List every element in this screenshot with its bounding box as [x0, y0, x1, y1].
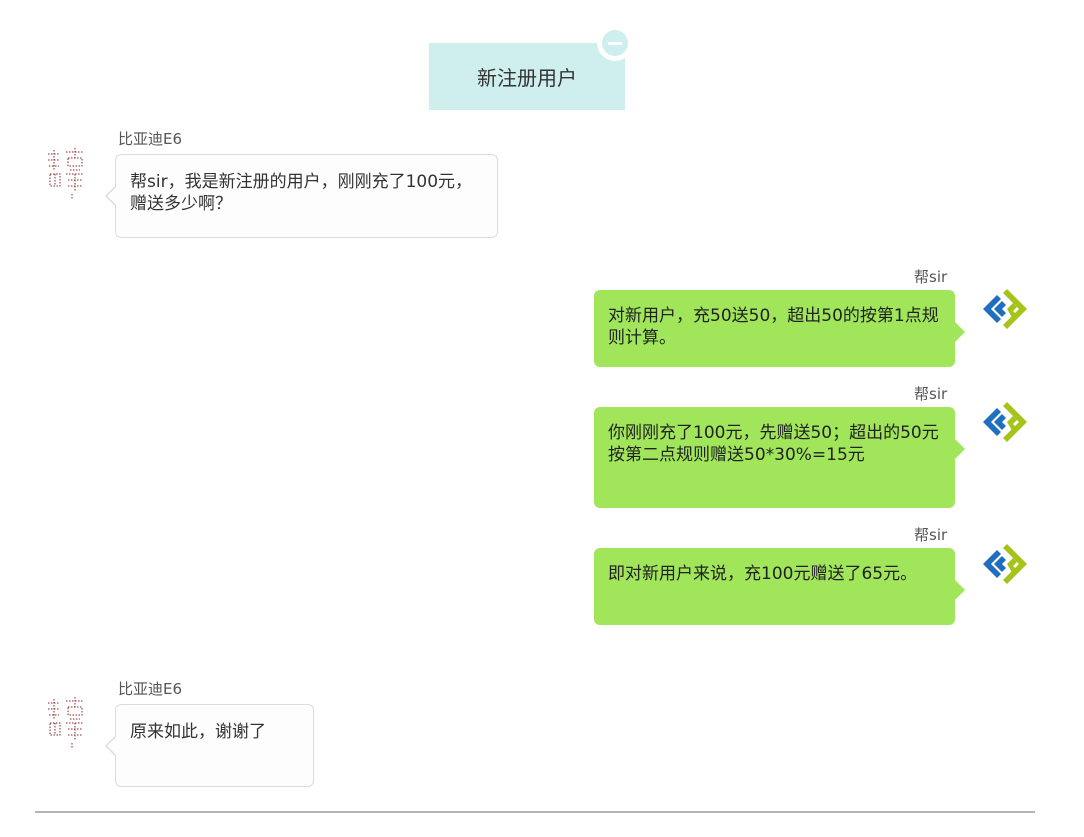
divider — [35, 811, 1035, 813]
message-text: 即对新用户来说，充100元赠送了65元。 — [608, 564, 918, 584]
message-bubble: 即对新用户来说，充100元赠送了65元。 — [594, 548, 965, 625]
message-bubble: 你刚刚充了100元，先赠送50；超出的50元按第二点规则赠送50*30%=15元 — [594, 407, 965, 508]
message-bubble: 对新用户，充50送50，超出50的按第1点规则计算。 — [594, 290, 965, 367]
sender-name: 比亚迪E6 — [118, 130, 183, 148]
message-bubble: 原来如此，谢谢了 — [105, 704, 314, 787]
user-avatar-icon — [44, 146, 92, 202]
message-bubble: 帮sir，我是新注册的用户，刚刚充了100元，赠送多少啊？ — [105, 154, 498, 238]
bot-logo-icon — [977, 538, 1033, 590]
user-avatar-icon — [44, 695, 92, 751]
message-text: 你刚刚充了100元，先赠送50；超出的50元按第二点规则赠送50*30%=15元 — [608, 423, 939, 465]
message-text: 对新用户，充50送50，超出50的按第1点规则计算。 — [608, 306, 939, 348]
topic-header: 新注册用户 — [429, 43, 625, 110]
topic-title: 新注册用户 — [477, 66, 577, 90]
bot-logo-icon — [977, 283, 1033, 335]
sender-name: 比亚迪E6 — [118, 680, 183, 698]
bot-logo-icon — [977, 396, 1033, 448]
minus-circle-icon[interactable] — [597, 25, 633, 61]
sender-name: 帮sir — [914, 385, 948, 403]
sender-name: 帮sir — [914, 526, 948, 544]
sender-name: 帮sir — [914, 268, 948, 286]
message-text: 原来如此，谢谢了 — [130, 722, 266, 742]
message-text: 帮sir，我是新注册的用户，刚刚充了100元，赠送多少啊？ — [130, 172, 473, 214]
